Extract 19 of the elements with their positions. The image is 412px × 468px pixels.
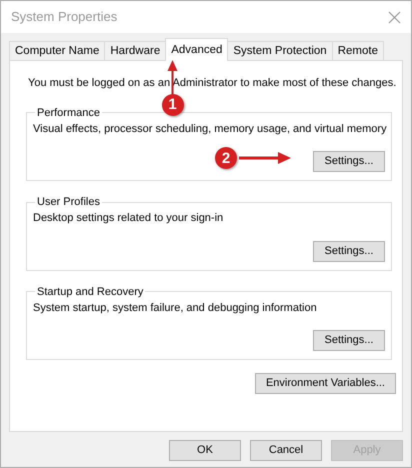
group-description: Visual effects, processor scheduling, memory usage, and virtual memory: [33, 122, 385, 136]
settings-button[interactable]: Settings...: [313, 151, 385, 172]
settings-button[interactable]: Settings...: [313, 330, 385, 351]
close-icon[interactable]: [388, 10, 401, 24]
tab[interactable]: Remote: [332, 41, 384, 60]
annotation-arrow: [239, 152, 291, 164]
window-title: System Properties: [11, 8, 118, 26]
group-title: Startup and Recovery: [36, 284, 144, 298]
group-description: Desktop settings related to your sign-in: [33, 211, 224, 226]
dialog-button[interactable]: Cancel: [250, 440, 322, 461]
group-title: Performance: [36, 106, 101, 120]
tab[interactable]: Computer Name: [9, 41, 106, 60]
group-description: System startup, system failure, and debugging information: [33, 300, 318, 316]
tab[interactable]: Advanced: [165, 38, 228, 61]
dialog-button[interactable]: OK: [169, 440, 241, 461]
environment-variables-button[interactable]: Environment Variables...: [254, 373, 396, 394]
settings-button[interactable]: Settings...: [313, 240, 385, 262]
group-title: User Profiles: [36, 195, 101, 209]
notice-text: You must be logged on as an Administrator to make most of these changes.: [28, 76, 396, 91]
